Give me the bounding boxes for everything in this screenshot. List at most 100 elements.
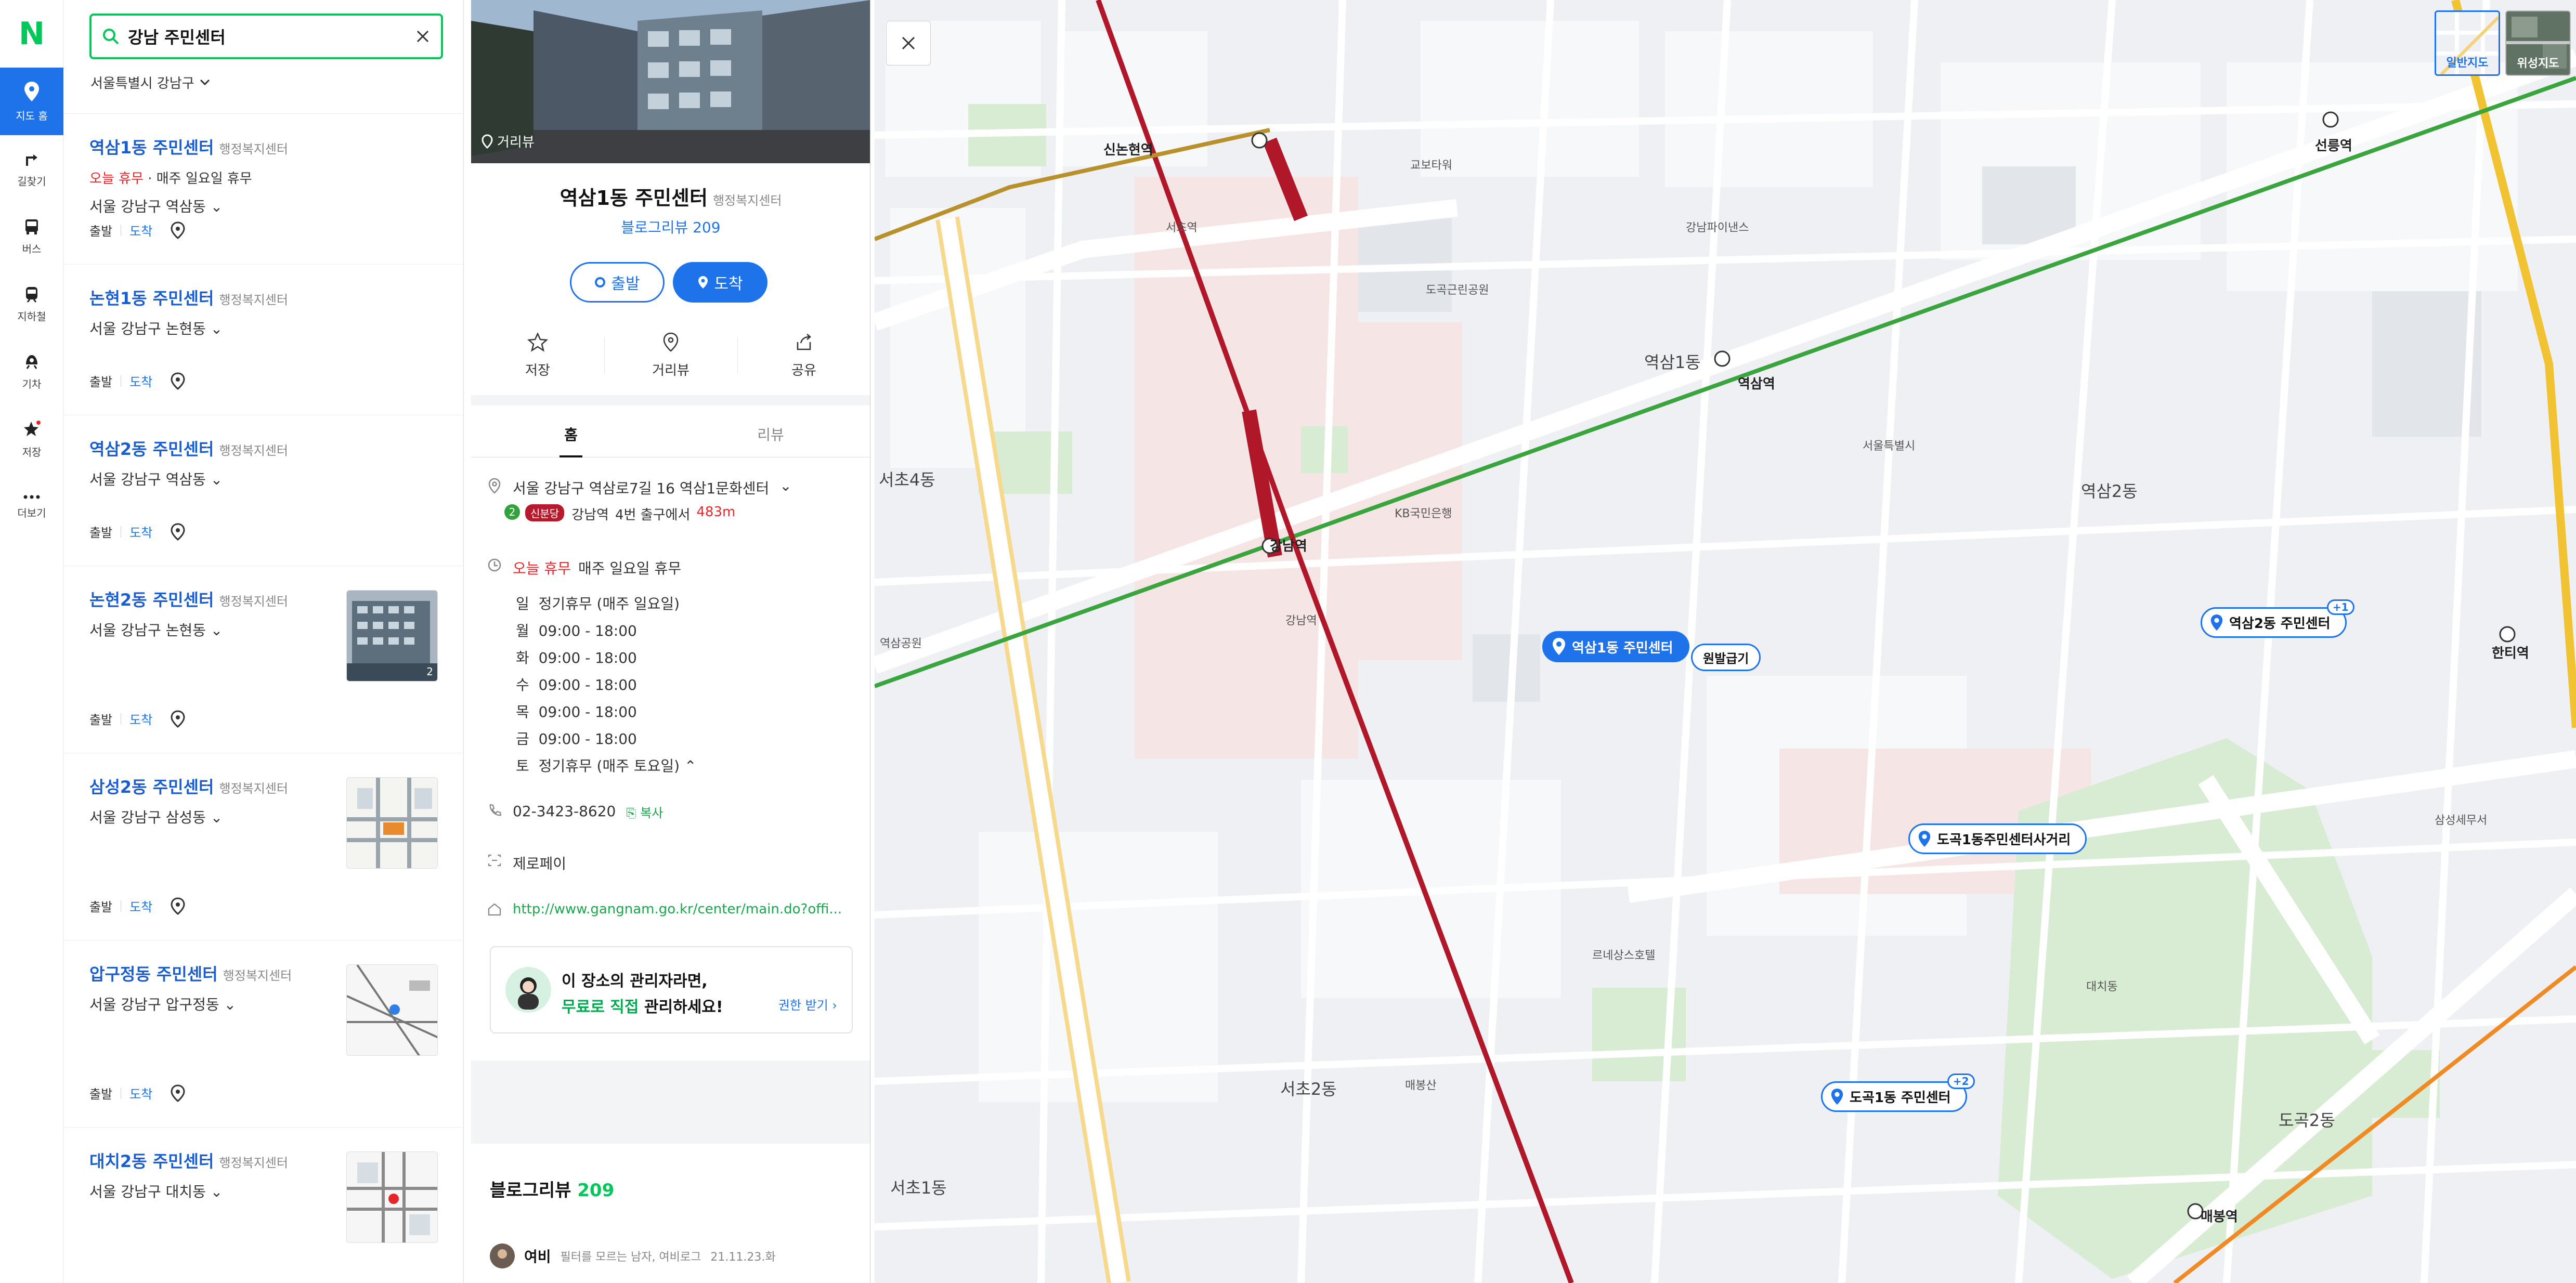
arrive-button[interactable]: 도착 xyxy=(129,1084,152,1102)
claim-link[interactable]: 권한 받기 › xyxy=(778,995,837,1013)
station-label[interactable]: 신논현역 xyxy=(1103,139,1153,159)
nav-directions[interactable]: 길찾기 xyxy=(0,135,63,203)
blog-review-item[interactable]: 여비 필터를 모르는 남자, 여비로그 21.11.23.화 xyxy=(490,1243,776,1268)
start-button[interactable]: 출발 xyxy=(89,897,112,915)
poi-label[interactable]: 강남파이낸스 xyxy=(1686,218,1749,235)
close-panel-button[interactable] xyxy=(886,21,931,66)
address-row: 서울 강남구 역삼로7길 16 역삼1문화센터 ⌄ xyxy=(487,477,856,498)
nav-train[interactable]: 기차 xyxy=(0,338,63,405)
arrive-button[interactable]: 도착 xyxy=(129,522,152,541)
result-address[interactable]: 서울 강남구 논현동 xyxy=(89,320,206,337)
poi-label[interactable]: KB국민은행 xyxy=(1395,504,1452,521)
tab-home[interactable]: 홈 xyxy=(471,411,671,457)
share-action[interactable]: 공유 xyxy=(737,332,870,379)
station-label[interactable]: 역삼역 xyxy=(1738,373,1775,392)
result-item[interactable]: 역삼1동 주민센터 행정복지센터 오늘 휴무 · 매주 일요일 휴무 서울 강남구… xyxy=(63,113,463,264)
location-pin-icon[interactable] xyxy=(170,897,186,915)
region-selector[interactable]: 서울특별시 강남구 xyxy=(90,73,210,92)
location-pin-icon[interactable] xyxy=(170,221,186,239)
place-pin[interactable]: 도곡1동주민센터사거리 xyxy=(1908,823,2087,854)
result-name[interactable]: 논현2동 주민센터 xyxy=(89,590,214,610)
arrive-button[interactable]: 도착 xyxy=(129,372,152,390)
chevron-down-icon[interactable]: ⌄ xyxy=(779,477,791,494)
location-pin-icon[interactable] xyxy=(170,710,186,728)
arrive-button[interactable]: 도착 xyxy=(129,897,152,915)
result-item[interactable]: 논현1동 주민센터 행정복지센터 서울 강남구 논현동 ⌄ 출발 도착 xyxy=(63,264,463,415)
result-thumbnail[interactable]: 2 xyxy=(346,590,438,682)
arrive-button[interactable]: 도착 xyxy=(129,710,152,728)
nav-more[interactable]: 더보기 xyxy=(0,473,63,541)
start-button[interactable]: 출발 xyxy=(89,221,112,239)
result-address[interactable]: 서울 강남구 압구정동 xyxy=(89,996,219,1013)
owner-claim-card[interactable]: 이 장소의 관리자라면, 무료로 직접 관리하세요! 권한 받기 › xyxy=(490,946,853,1033)
arrive-button[interactable]: 도착 xyxy=(673,262,767,303)
hours-sun: 일 정기휴무 (매주 일요일) xyxy=(516,593,680,613)
maptype-satellite-button[interactable]: 위성지도 xyxy=(2505,10,2571,76)
result-address[interactable]: 서울 강남구 역삼동 xyxy=(89,471,206,488)
result-name[interactable]: 역삼2동 주민센터 xyxy=(89,439,214,459)
result-name[interactable]: 역삼1동 주민센터 xyxy=(89,138,214,158)
nav-map-home[interactable]: 지도 홈 xyxy=(0,68,63,135)
result-thumbnail[interactable] xyxy=(346,777,438,869)
result-address[interactable]: 서울 강남구 역삼동 xyxy=(89,198,206,215)
start-button[interactable]: 출발 xyxy=(89,710,112,728)
place-pin-selected[interactable]: 역삼1동 주민센터 xyxy=(1542,631,1689,662)
location-pin-icon[interactable] xyxy=(170,522,186,541)
phone-number[interactable]: 02-3423-8620 xyxy=(513,803,616,820)
result-item[interactable]: 압구정동 주민센터 행정복지센터 서울 강남구 압구정동 ⌄ 출발 도착 xyxy=(63,940,463,1127)
poi-label[interactable]: 매봉산 xyxy=(1405,1076,1437,1093)
result-name[interactable]: 삼성2동 주민센터 xyxy=(89,777,214,797)
result-address[interactable]: 서울 강남구 삼성동 xyxy=(89,809,206,826)
clear-search-icon[interactable] xyxy=(415,29,431,44)
poi-label[interactable]: 대치동 xyxy=(2086,977,2118,994)
poi-label[interactable]: 강남역 xyxy=(1285,611,1317,628)
result-address[interactable]: 서울 강남구 논현동 xyxy=(89,622,206,639)
start-button[interactable]: 출발 xyxy=(89,372,112,390)
location-pin-icon[interactable] xyxy=(170,372,186,390)
station-label[interactable]: 한티역 xyxy=(2492,643,2529,662)
street-view-tag[interactable]: 거리뷰 xyxy=(482,132,535,151)
result-thumbnail[interactable] xyxy=(346,1151,438,1243)
start-button[interactable]: 출발 xyxy=(89,1084,112,1102)
result-address[interactable]: 서울 강남구 대치동 xyxy=(89,1183,206,1200)
save-action[interactable]: 저장 xyxy=(471,332,604,379)
claim-link-label: 권한 받기 xyxy=(778,998,828,1013)
homepage-link[interactable]: http://www.gangnam.go.kr/center/main.do?… xyxy=(513,901,842,917)
result-name[interactable]: 압구정동 주민센터 xyxy=(89,964,218,984)
nav-saved[interactable]: 저장 xyxy=(0,405,63,473)
hours-sat[interactable]: 토 정기휴무 (매주 토요일) ⌃ xyxy=(516,755,696,776)
result-item[interactable]: 대치2동 주민센터 행정복지센터 서울 강남구 대치동 ⌄ xyxy=(63,1127,463,1283)
start-button[interactable]: 출발 xyxy=(89,522,112,541)
location-pin-icon[interactable] xyxy=(170,1084,186,1102)
maptype-normal-button[interactable]: 일반지도 xyxy=(2435,10,2500,76)
nav-bus[interactable]: 버스 xyxy=(0,203,63,270)
naver-logo[interactable]: N xyxy=(0,0,63,68)
result-name[interactable]: 논현1동 주민센터 xyxy=(89,289,214,308)
blog-review-count[interactable]: 블로그리뷰 209 xyxy=(471,216,870,237)
start-button[interactable]: 출발 xyxy=(570,262,665,303)
arrive-button[interactable]: 도착 xyxy=(129,221,152,239)
poi-label[interactable]: 서초역 xyxy=(1166,218,1198,235)
poi-label[interactable]: 도곡근린공원 xyxy=(1426,281,1489,297)
poi-label[interactable]: 르네상스호텔 xyxy=(1592,946,1655,963)
result-item[interactable]: 논현2동 주민센터 행정복지센터 서울 강남구 논현동 ⌄ 2 출발 도착 xyxy=(63,566,463,753)
search-input[interactable] xyxy=(128,27,407,46)
result-name[interactable]: 대치2동 주민센터 xyxy=(89,1151,214,1171)
street-view-action[interactable]: 거리뷰 xyxy=(604,332,737,379)
place-photo[interactable]: 거리뷰 xyxy=(471,0,870,163)
station-label[interactable]: 매봉역 xyxy=(2201,1206,2238,1225)
result-thumbnail[interactable] xyxy=(346,964,438,1056)
place-pin[interactable]: 도곡1동 주민센터 +2 xyxy=(1821,1073,1975,1112)
copy-button[interactable]: ⎘ 복사 xyxy=(626,803,663,821)
place-pin[interactable]: 역삼2동 주민센터 +1 xyxy=(2201,599,2354,638)
tab-review[interactable]: 리뷰 xyxy=(671,411,870,457)
place-pin[interactable]: 원발급기 xyxy=(1691,644,1761,671)
nav-subway[interactable]: 지하철 xyxy=(0,270,63,338)
map-canvas[interactable]: 신논현역 강남역 역삼역 선릉역 한티역 매봉역 서초4동 서초2동 서초1동 … xyxy=(875,0,2576,1283)
result-item[interactable]: 역삼2동 주민센터 행정복지센터 서울 강남구 역삼동 ⌄ 출발 도착 xyxy=(63,415,463,566)
station-label[interactable]: 선릉역 xyxy=(2315,135,2352,154)
result-item[interactable]: 삼성2동 주민센터 행정복지센터 서울 강남구 삼성동 ⌄ 출발 도착 xyxy=(63,753,463,940)
poi-label[interactable]: 서울특별시 xyxy=(1863,437,1915,453)
place-address[interactable]: 서울 강남구 역삼로7길 16 역삼1문화센터 xyxy=(513,477,769,498)
station-label[interactable]: 강남역 xyxy=(1270,535,1307,555)
